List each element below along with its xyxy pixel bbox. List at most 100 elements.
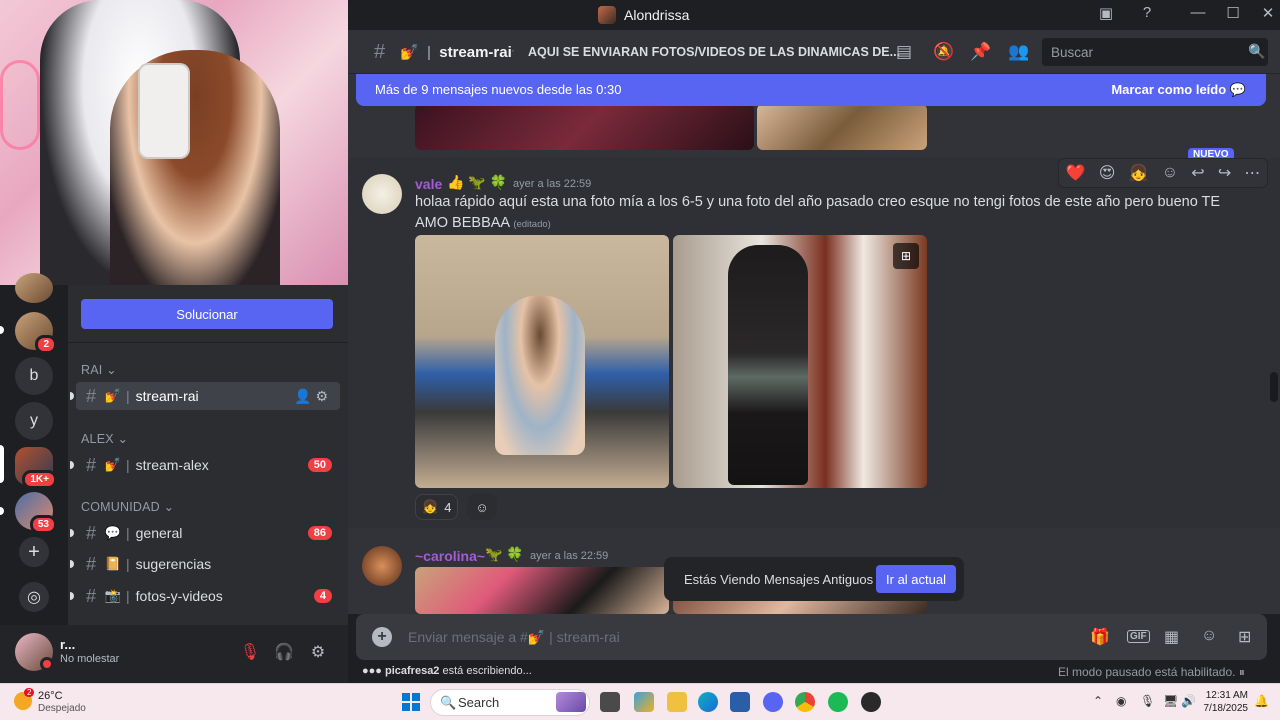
invite-icon[interactable]: 👤 xyxy=(294,388,315,404)
headphones-muted-icon[interactable]: 🎧 xyxy=(271,639,297,665)
apps-icon[interactable]: ⊞ xyxy=(893,243,919,269)
add-reaction-icon[interactable]: ☺ xyxy=(1162,164,1178,182)
new-messages-bar[interactable]: Más de 9 mensajes nuevos desde las 0:30 … xyxy=(356,74,1266,106)
mic-icon[interactable]: 🎙 xyxy=(1140,694,1155,708)
avatar[interactable] xyxy=(362,174,402,214)
message-author[interactable]: ~carolina~ xyxy=(415,548,485,564)
message-author[interactable]: vale xyxy=(415,176,442,192)
avatar[interactable] xyxy=(362,546,402,586)
sticker-icon[interactable]: ▦ xyxy=(1164,627,1179,647)
pause-icon[interactable]: ⏸ xyxy=(1239,665,1245,679)
search-input[interactable] xyxy=(1042,38,1268,66)
heart-reaction-icon[interactable]: ❤️ xyxy=(1066,163,1086,183)
channel-fotos-y-videos[interactable]: # 📸 | fotos-y-videos 4 xyxy=(70,582,340,610)
chrome-icon[interactable] xyxy=(795,692,815,712)
unread-pill xyxy=(0,507,4,515)
more-icon[interactable]: ⋯ xyxy=(1244,163,1260,183)
members-icon[interactable]: 👥 xyxy=(1008,42,1029,62)
unread-pill xyxy=(0,326,4,334)
minimize-button[interactable]: — xyxy=(1186,4,1210,21)
webcam-overlay xyxy=(0,0,348,285)
channel-separator: | xyxy=(126,588,130,604)
category-rai[interactable]: RAI ⌄ xyxy=(81,362,117,377)
channel-label: stream-alex xyxy=(135,457,209,473)
file-explorer-icon[interactable] xyxy=(667,692,687,712)
maximize-button[interactable]: ☐ xyxy=(1221,4,1245,22)
pin-icon[interactable]: 📌 xyxy=(970,42,991,62)
edge-icon[interactable] xyxy=(698,692,718,712)
custom-reaction-icon[interactable]: 👧 xyxy=(1129,163,1149,183)
explore-icon[interactable]: ◎ xyxy=(19,582,49,612)
reaction-chip[interactable]: 👧 4 xyxy=(415,494,459,520)
attachment-image[interactable] xyxy=(415,567,669,614)
role-icons: 👍 🦖 🍀 xyxy=(447,174,508,190)
jump-to-present-button[interactable]: Ir al actual xyxy=(876,565,956,593)
fix-button[interactable]: Solucionar xyxy=(81,299,333,329)
server-icon[interactable]: 53 xyxy=(15,492,57,534)
widgets-icon[interactable] xyxy=(634,692,654,712)
channel-general[interactable]: # 💬 | general 86 xyxy=(70,519,340,547)
reply-icon[interactable]: ↩ xyxy=(1191,163,1204,183)
server-y[interactable]: y xyxy=(15,402,53,440)
close-button[interactable]: ✕ xyxy=(1256,4,1280,22)
inbox-icon[interactable]: ▣ xyxy=(1094,4,1118,22)
channel-stream-rai[interactable]: # 💅 | stream-rai 👤⚙ xyxy=(70,382,340,410)
windows-start-icon[interactable] xyxy=(402,693,420,711)
channel-emoji: 💅 xyxy=(104,388,122,403)
unread-dot xyxy=(70,560,74,568)
spotify-icon[interactable] xyxy=(828,692,848,712)
category-alex[interactable]: ALEX ⌄ xyxy=(81,431,128,446)
tray-chevron-icon[interactable]: ⌃ xyxy=(1093,694,1103,708)
notification-icon[interactable]: 🔔 xyxy=(1254,694,1269,708)
user-name: r... xyxy=(60,637,76,652)
channel-sugerencias[interactable]: # 📔 | sugerencias xyxy=(70,550,340,578)
unread-count: 4 xyxy=(313,589,332,603)
tray-app-icon[interactable]: ◉ xyxy=(1116,694,1126,708)
server-avatar xyxy=(598,6,616,24)
mark-as-read-button[interactable]: Marcar como leído 💬 xyxy=(1111,82,1246,98)
add-reaction-button[interactable]: ☺ xyxy=(467,494,497,520)
unread-dot xyxy=(70,592,74,600)
attachment-image[interactable] xyxy=(757,104,927,150)
add-server-icon[interactable]: + xyxy=(19,537,49,567)
gift-icon[interactable]: 🎁 xyxy=(1090,627,1110,647)
search-icon: 🔍 xyxy=(440,695,457,710)
phone xyxy=(140,65,188,157)
message-input[interactable] xyxy=(408,624,1058,650)
channel-topic[interactable]: AQUI SE ENVIARAN FOTOS/VIDEOS DE LAS DIN… xyxy=(528,45,900,59)
channel-tools: 👤⚙ xyxy=(294,388,332,405)
category-comunidad[interactable]: COMUNIDAD ⌄ xyxy=(81,499,174,514)
volume-icon[interactable]: 🔊 xyxy=(1181,694,1196,708)
gear-icon[interactable]: ⚙ xyxy=(305,639,331,665)
attachment-image-mirror-selfie[interactable]: ⊞ xyxy=(673,235,927,488)
help-icon[interactable]: ? xyxy=(1135,4,1159,21)
store-icon[interactable] xyxy=(730,692,750,712)
gear-icon[interactable]: ⚙ xyxy=(315,388,332,404)
attachment-image-child[interactable] xyxy=(415,235,669,488)
obs-icon[interactable] xyxy=(861,692,881,712)
channel-stream-alex[interactable]: # 💅 | stream-alex 50 xyxy=(70,451,340,479)
server-b[interactable]: b xyxy=(15,357,53,395)
server-icon[interactable]: 2 xyxy=(15,312,57,354)
heart-eyes-reaction-icon[interactable]: 😍 xyxy=(1099,163,1116,183)
discord-icon[interactable] xyxy=(763,692,783,712)
attachment-image[interactable] xyxy=(415,104,754,150)
emoji-icon[interactable]: ☺ xyxy=(1201,627,1217,645)
channel-separator: | xyxy=(126,525,130,541)
clock[interactable]: 12:31 AM 7/18/2025 xyxy=(1200,689,1249,715)
channel-sidebar: Solucionar RAI ⌄ # 💅 | stream-rai 👤⚙ ALE… xyxy=(68,285,348,625)
threads-icon[interactable]: ▤ xyxy=(896,42,912,62)
task-view-icon[interactable] xyxy=(600,692,620,712)
chat-scrollbar[interactable] xyxy=(1270,372,1278,402)
mic-muted-icon[interactable]: 🎙 xyxy=(237,639,263,665)
server-icon-partial[interactable] xyxy=(15,273,53,303)
attach-plus-icon[interactable]: + xyxy=(372,627,392,647)
channel-separator: | xyxy=(126,556,130,572)
notifications-muted-icon[interactable]: 🔕 xyxy=(933,42,954,62)
server-current[interactable]: 1K+ xyxy=(15,447,57,489)
forward-icon[interactable]: ↪ xyxy=(1218,163,1231,183)
streamer xyxy=(110,50,280,285)
apps-icon[interactable]: ⊞ xyxy=(1238,627,1251,647)
gif-icon[interactable]: GIF xyxy=(1127,630,1150,643)
network-icon[interactable]: 🖥 xyxy=(1163,694,1178,708)
